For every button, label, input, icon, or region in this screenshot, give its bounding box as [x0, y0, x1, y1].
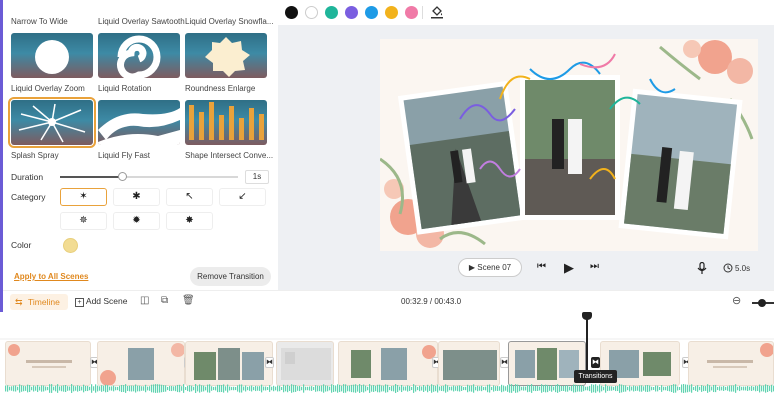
- scene-canvas[interactable]: [380, 39, 758, 251]
- photo-frame-left: [397, 80, 527, 235]
- scene-clip[interactable]: [5, 341, 91, 386]
- duration-slider-handle[interactable]: [118, 172, 128, 181]
- photo-frame-right: [618, 88, 743, 240]
- color-palette-bar: [278, 0, 774, 25]
- scene-clip[interactable]: [338, 341, 438, 386]
- palette-swatch[interactable]: [305, 6, 318, 19]
- duration-input[interactable]: 1s: [245, 170, 269, 184]
- color-label: Color: [11, 240, 32, 250]
- transition-label: Liquid Overlay Zoom: [11, 84, 85, 93]
- add-scene-button[interactable]: + Add Scene: [75, 296, 128, 307]
- category-option[interactable]: ↙: [219, 188, 266, 206]
- clock-icon: [723, 263, 733, 273]
- transition-thumb-shape-intersect[interactable]: [185, 100, 267, 145]
- transition-label: Liquid Rotation: [98, 84, 152, 93]
- category-option[interactable]: ✸: [166, 212, 213, 230]
- play-circle-icon: ▶: [468, 263, 476, 272]
- skip-forward-icon[interactable]: ⏭: [590, 261, 599, 272]
- timeline-toolbar: ⇆ Timeline + Add Scene ◫ ⧉ 🗑 00:32.9 / 0…: [3, 290, 774, 312]
- trash-icon[interactable]: 🗑: [182, 295, 195, 306]
- transition-marker-selected[interactable]: ⧓: [591, 357, 600, 368]
- remove-transition-button[interactable]: Remove Transition: [190, 267, 271, 286]
- palette-divider: [422, 6, 423, 19]
- zoom-slider[interactable]: [752, 299, 774, 307]
- transitions-tooltip: Transitions: [574, 370, 617, 383]
- transition-label: Shape Intersect Conve...: [185, 151, 274, 160]
- time-ruler: [0, 338, 774, 340]
- duration-label: Duration: [11, 172, 44, 182]
- color-picker-swatch[interactable]: [63, 238, 78, 253]
- player-controls: ▶ Scene 07 ⏮ ▶ ⏭ 5.0s: [278, 256, 774, 286]
- scene-artwork: [380, 40, 754, 248]
- category-option[interactable]: ↖: [166, 188, 213, 206]
- plus-box-icon: +: [75, 298, 84, 307]
- scene-label: Scene 07: [477, 263, 512, 272]
- transition-label: Liquid Overlay Sawtooth: [98, 17, 185, 26]
- timeline-label: Timeline: [28, 297, 60, 307]
- category-option[interactable]: ✶: [60, 188, 107, 206]
- palette-swatch[interactable]: [285, 6, 298, 19]
- category-option[interactable]: ✹: [113, 212, 160, 230]
- transition-label: Narrow To Wide: [11, 17, 68, 26]
- transition-panel: Narrow To Wide Liquid Overlay Sawtooth L…: [3, 0, 278, 290]
- palette-swatch[interactable]: [385, 6, 398, 19]
- timeline-button[interactable]: ⇆ Timeline: [10, 294, 68, 310]
- category-option[interactable]: ✱: [113, 188, 160, 206]
- paint-bucket-icon[interactable]: [430, 5, 444, 19]
- scene-duration: 5.0s: [735, 264, 751, 273]
- transition-thumb-liquid-rotation[interactable]: [98, 33, 180, 78]
- palette-swatch[interactable]: [325, 6, 338, 19]
- palette-swatch[interactable]: [345, 6, 358, 19]
- category-option[interactable]: ✵: [60, 212, 107, 230]
- scene-clip[interactable]: [688, 341, 774, 386]
- editor-root: Narrow To Wide Liquid Overlay Sawtooth L…: [0, 0, 774, 393]
- transition-marker[interactable]: ⧓: [265, 357, 274, 368]
- play-icon[interactable]: ▶: [564, 260, 574, 276]
- microphone-icon[interactable]: [697, 262, 707, 275]
- duration-slider[interactable]: [60, 172, 238, 181]
- zoom-slider-handle[interactable]: [758, 299, 766, 307]
- split-icon[interactable]: ◫: [140, 295, 149, 306]
- transition-label: Liquid Fly Fast: [98, 151, 151, 160]
- scene-clip[interactable]: [438, 341, 500, 386]
- transition-thumb-liquid-overlay-zoom[interactable]: [11, 33, 93, 78]
- scene-selector[interactable]: ▶ Scene 07: [458, 258, 522, 277]
- transition-thumb-splash-spray[interactable]: [8, 97, 96, 148]
- transition-thumb-roundness-enlarge[interactable]: [185, 33, 267, 78]
- scene-clip[interactable]: [97, 341, 185, 386]
- transition-label: Splash Spray: [11, 151, 59, 160]
- timeline-time: 00:32.9 / 00:43.0: [401, 297, 462, 306]
- scene-clip[interactable]: [185, 341, 273, 386]
- scene-track: ⧓ ⧓ ⧓ ⧓ ⧓ ⧓ ⧓ Transitions: [0, 312, 774, 393]
- transition-label: Roundness Enlarge: [185, 84, 256, 93]
- transition-label: Liquid Overlay Snowfla...: [185, 17, 274, 26]
- zoom-out-icon[interactable]: ⊖: [732, 294, 741, 307]
- category-label: Category: [11, 192, 46, 202]
- palette-swatch[interactable]: [405, 6, 418, 19]
- add-scene-label: Add Scene: [85, 296, 128, 306]
- duplicate-icon[interactable]: ⧉: [161, 295, 168, 306]
- apply-to-all-link[interactable]: Apply to All Scenes: [14, 272, 88, 281]
- photo-frame-center: [520, 75, 620, 220]
- skip-back-icon[interactable]: ⏮: [537, 261, 546, 272]
- timeline-icon: ⇆: [15, 297, 23, 307]
- duration-slider-fill: [60, 176, 123, 178]
- palette-swatch[interactable]: [365, 6, 378, 19]
- audio-waveform[interactable]: [5, 384, 774, 393]
- scene-clip[interactable]: [276, 341, 334, 386]
- transition-thumb-liquid-fly-fast[interactable]: [98, 100, 180, 145]
